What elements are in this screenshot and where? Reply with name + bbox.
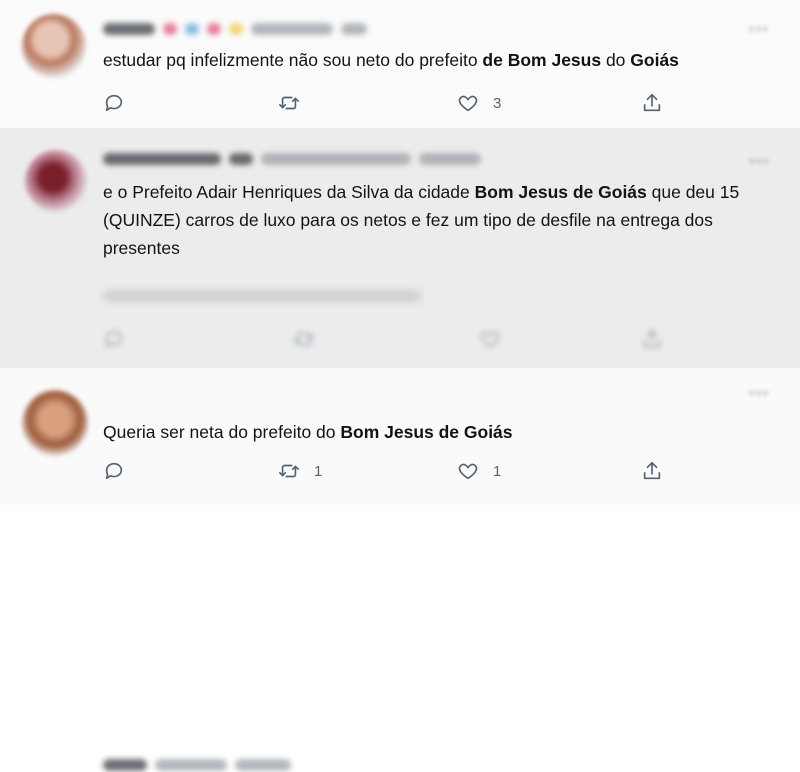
tweet-text-segment: e o Prefeito Adair Henriques da Silva da… [103, 182, 475, 202]
tweet-text-segment: Queria ser neta do prefeito do [103, 422, 341, 442]
heart-icon [458, 463, 478, 480]
share-icon [643, 329, 661, 348]
tweet-text-segment: estudar pq infelizmente não sou neto do … [103, 50, 483, 70]
tweet-text-segment: do [601, 50, 631, 70]
like-button[interactable]: 3 [457, 92, 501, 114]
blurred-quote-text [103, 290, 421, 302]
like-button[interactable] [479, 328, 501, 350]
share-button[interactable] [641, 460, 663, 482]
tweet-text-bold-segment: de Bom Jesus [482, 50, 602, 70]
like-button[interactable]: 1 [457, 460, 501, 482]
share-icon [643, 461, 661, 480]
avatar[interactable] [22, 14, 86, 78]
tweet-text-bold-segment: Bom Jesus de Goiás [474, 182, 647, 202]
retweet-icon [294, 332, 314, 346]
tweet-text-bold-segment: Bom Jesus de Goiás [340, 422, 513, 442]
retweet-button[interactable] [293, 328, 315, 350]
avatar[interactable] [22, 390, 88, 456]
retweet-count: 1 [314, 462, 323, 480]
reply-button[interactable] [103, 328, 125, 350]
reply-icon [105, 330, 123, 348]
tweet-actions: 1 1 [103, 460, 663, 484]
tweet-2[interactable]: e o Prefeito Adair Henriques da Silva da… [0, 128, 800, 368]
more-options-icon[interactable] [748, 158, 770, 164]
retweet-icon [279, 96, 299, 110]
like-count: 1 [493, 462, 502, 480]
reply-icon [105, 94, 123, 112]
heart-icon [480, 331, 500, 348]
reply-button[interactable] [103, 92, 125, 114]
tweet-text: Queria ser neta do prefeito do Bom Jesus… [103, 418, 773, 446]
retweet-icon [279, 464, 299, 478]
share-icon [643, 93, 661, 112]
reply-button[interactable] [103, 460, 125, 482]
retweet-button[interactable]: 1 [278, 460, 322, 482]
tweet-actions: 3 [103, 92, 663, 116]
tweet-text-bold-segment: Goiás [630, 50, 679, 70]
tweet-1[interactable]: estudar pq infelizmente não sou neto do … [0, 0, 800, 128]
tweet-actions [103, 328, 663, 352]
heart-icon [458, 95, 478, 112]
share-button[interactable] [641, 92, 663, 114]
tweet-text: e o Prefeito Adair Henriques da Silva da… [103, 178, 773, 262]
tweet-header-blurred [103, 758, 291, 772]
reply-icon [105, 462, 123, 480]
more-options-icon[interactable] [748, 26, 770, 32]
retweet-button[interactable] [278, 92, 314, 114]
tweet-3[interactable]: Queria ser neta do prefeito do Bom Jesus… [0, 368, 800, 771]
tweet-header-blurred [103, 152, 481, 166]
avatar[interactable] [25, 150, 87, 212]
share-button[interactable] [641, 328, 663, 350]
like-count: 3 [493, 94, 502, 112]
more-options-icon[interactable] [748, 390, 770, 396]
tweet-header-blurred [103, 22, 367, 36]
tweet-text: estudar pq infelizmente não sou neto do … [103, 46, 773, 74]
